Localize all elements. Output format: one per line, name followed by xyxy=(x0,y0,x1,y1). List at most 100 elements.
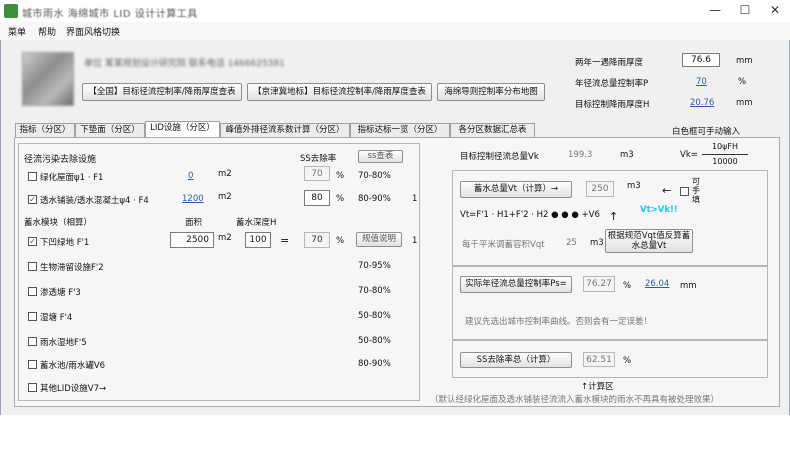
tab-lid[interactable]: LID设施（分区） xyxy=(145,121,220,138)
sunken-depth-input[interactable]: 100 xyxy=(245,232,271,248)
storage-tank-range: 80-90% xyxy=(358,359,391,369)
wetland-range: 50-80% xyxy=(358,336,391,346)
avatar xyxy=(22,52,74,106)
sunken-area-input[interactable]: 2500 xyxy=(170,232,214,248)
vt-compare-status: Vt>Vk!! xyxy=(640,205,678,215)
green-roof-range: 70-80% xyxy=(358,171,391,181)
title-bar: 城市雨水 海绵城市 LID 设计计算工具 — ☐ ✕ xyxy=(0,0,790,22)
green-roof-pct: % xyxy=(336,171,345,181)
vt-calc-button[interactable]: 蓄水总量Vt（计算）→ xyxy=(460,181,572,198)
permeable-checkbox[interactable]: ✓ xyxy=(28,195,37,204)
target-unit: mm xyxy=(736,98,753,108)
wet-pond-range: 50-80% xyxy=(358,311,391,321)
minimize-icon[interactable]: — xyxy=(700,0,730,22)
sunken-ss-input[interactable]: 70 xyxy=(304,232,330,248)
window-title: 城市雨水 海绵城市 LID 设计计算工具 xyxy=(22,9,198,20)
wet-pond-label: 湿塘 F'4 xyxy=(40,313,73,323)
sunken-green-label: 下凹绿地 F'1 xyxy=(40,238,90,248)
vqt-unit: m3 xyxy=(590,238,604,248)
menu-item-help[interactable]: 帮助 xyxy=(38,25,56,38)
ps-rain-unit: mm xyxy=(680,281,697,291)
vk-unit: m3 xyxy=(620,150,634,160)
wetland-label: 雨水湿地F'5 xyxy=(40,338,87,348)
explain-button[interactable]: 规值说明 xyxy=(356,232,402,247)
other-lid-label: 其他LID设施V7→ xyxy=(40,384,107,394)
footnote: （默认经绿化屋面及透水铺装径流流入蓄水模块的雨水不再具有被处理效果） xyxy=(430,395,720,405)
permeable-pct: % xyxy=(336,194,345,204)
sunken-area-unit: m2 xyxy=(218,233,232,243)
vk-formula-den: 10000 xyxy=(712,157,738,166)
target-value[interactable]: 20.76 xyxy=(690,98,714,108)
green-roof-area[interactable]: 0 xyxy=(188,171,193,181)
menu-bar: 菜单 帮助 界面风格切换 xyxy=(0,22,790,40)
map-button[interactable]: 海绵导则控制率分布地图 xyxy=(437,83,545,101)
annual-unit: % xyxy=(738,77,747,87)
ss-total-value[interactable]: 62.51 xyxy=(583,352,615,367)
vt-formula: Vt=F'1 · H1+F'2 · H2 ● ● ● +V6 xyxy=(460,210,600,220)
vt-value[interactable]: 250 xyxy=(586,181,614,197)
tab-peak[interactable]: 峰值外排径流系数计算（分区） xyxy=(220,123,350,137)
vt-manual-label: 可手填 xyxy=(692,177,700,204)
reverse-calc-button[interactable]: 根据规范Vqt值反算蓄水总量Vt xyxy=(605,229,693,253)
ss-header: SS去除率 xyxy=(300,154,337,164)
bio-retention-label: 生物滞留设施F'2 xyxy=(40,263,104,273)
annual-value[interactable]: 70 xyxy=(696,77,707,87)
jjj-lookup-button[interactable]: 【京津冀地标】目标径流控制率/降雨厚度查表 xyxy=(247,83,432,101)
rain-label: 两年一遇降雨厚度 xyxy=(575,58,644,68)
national-lookup-button[interactable]: 【全国】目标径流控制率/降雨厚度查表 xyxy=(82,83,242,101)
info-line: 单位 某某规划设计研究院 联系电话 1466625381 xyxy=(84,59,285,69)
section-title: 径流污染去除设施 xyxy=(24,155,97,165)
ps-calc-button[interactable]: 实际年径流总量控制率Ps= xyxy=(460,276,572,293)
menu-item-theme[interactable]: 界面风格切换 xyxy=(66,25,120,38)
tab-underlay[interactable]: 下垫面（分区） xyxy=(75,123,145,137)
infiltration-pond-checkbox[interactable] xyxy=(28,287,37,296)
vt-manual-checkbox[interactable] xyxy=(680,187,689,196)
vk-formula-lhs: Vk= xyxy=(680,150,698,160)
menu-item-main[interactable]: 菜单 xyxy=(8,25,26,38)
rain-input[interactable]: 76.6 xyxy=(682,53,720,67)
rain-unit: mm xyxy=(736,56,753,66)
maximize-icon[interactable]: ☐ xyxy=(730,0,760,22)
tab-summary[interactable]: 各分区数据汇总表 xyxy=(450,123,535,137)
green-roof-ss-input[interactable]: 70 xyxy=(304,166,330,181)
permeable-area[interactable]: 1200 xyxy=(182,194,204,204)
tab-note: 白色框可手动输入 xyxy=(672,127,741,137)
permeable-unit: m2 xyxy=(218,192,232,202)
other-lid-checkbox[interactable] xyxy=(28,383,37,392)
ps-rain-value[interactable]: 26.04 xyxy=(645,279,669,289)
green-roof-checkbox[interactable] xyxy=(28,172,37,181)
permeable-range: 80-90% xyxy=(358,194,391,204)
bio-retention-checkbox[interactable] xyxy=(28,262,37,271)
green-roof-unit: m2 xyxy=(218,169,232,179)
sunken-count: 1 xyxy=(412,236,418,246)
infiltration-pond-range: 70-80% xyxy=(358,286,391,296)
permeable-count: 1 xyxy=(412,194,418,204)
depth-header: 蓄水深度H xyxy=(236,218,277,228)
sunken-green-checkbox[interactable]: ✓ xyxy=(28,237,37,246)
fraction-line xyxy=(702,154,748,155)
vt-arrow-icon: ← xyxy=(662,184,672,197)
ss-lookup-button[interactable]: ss查表 xyxy=(358,150,403,163)
ss-total-pct: % xyxy=(623,356,632,366)
wetland-checkbox[interactable] xyxy=(28,337,37,346)
ps-pct: % xyxy=(623,281,632,291)
green-roof-label: 绿化屋面ψ1 · F1 xyxy=(40,173,104,183)
infiltration-pond-label: 渗透塘 F'3 xyxy=(40,288,81,298)
permeable-ss-input[interactable]: 80 xyxy=(304,190,330,206)
annual-label: 年径流总量控制率P xyxy=(575,79,649,89)
ss-total-button[interactable]: SS去除率总（计算） xyxy=(460,352,572,368)
calc-area-label: ↑计算区 xyxy=(581,382,614,392)
wet-pond-checkbox[interactable] xyxy=(28,312,37,321)
tab-compliance[interactable]: 指标达标一览（分区） xyxy=(350,123,450,137)
app-icon xyxy=(4,4,18,18)
vk-formula-num: 10ψFH xyxy=(711,142,739,151)
permeable-label: 透水铺装/透水混凝土ψ4 · F4 xyxy=(40,196,149,206)
vqt-value: 25 xyxy=(566,238,577,248)
tab-indicators[interactable]: 指标（分区） xyxy=(15,123,75,137)
close-icon[interactable]: ✕ xyxy=(760,0,790,22)
ps-value[interactable]: 76.27 xyxy=(583,276,615,292)
area-header: 面积 xyxy=(185,218,203,228)
storage-tank-label: 蓄水池/雨水罐V6 xyxy=(40,361,106,371)
up-arrow-icon: ↑ xyxy=(609,210,619,223)
storage-tank-checkbox[interactable] xyxy=(28,360,37,369)
